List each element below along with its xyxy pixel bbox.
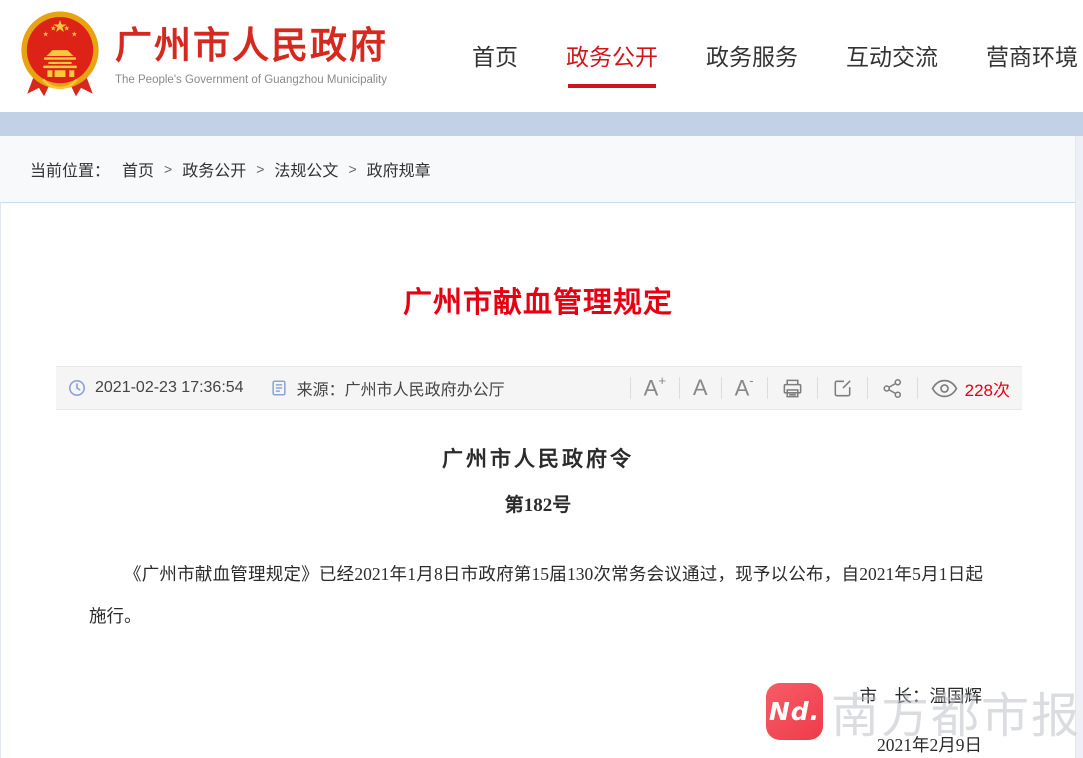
decree-paragraph: 《广州市献血管理规定》已经2021年1月8日市政府第15届130次常务会议通过，… bbox=[89, 553, 983, 637]
national-emblem-icon bbox=[18, 9, 102, 103]
decree-heading: 广州市人民政府令 bbox=[1, 443, 1075, 473]
font-decrease-button[interactable]: A- bbox=[735, 376, 754, 399]
breadcrumb-separator: > bbox=[164, 161, 172, 177]
divider bbox=[630, 377, 631, 399]
divider bbox=[721, 377, 722, 399]
font-normal-button[interactable]: A bbox=[693, 377, 708, 399]
views-group: 228次 bbox=[931, 376, 1010, 401]
source-label: 来源： bbox=[297, 376, 345, 400]
nav-item-gov-services[interactable]: 政务服务 bbox=[706, 38, 798, 74]
nav-item-business-env[interactable]: 营商环境 bbox=[986, 38, 1078, 74]
article-card: 广州市献血管理规定 2021-02-23 17:36:54 来源： 广州市人民政… bbox=[0, 202, 1076, 758]
divider bbox=[767, 377, 768, 399]
breadcrumb-prefix: 当前位置： bbox=[30, 157, 110, 181]
views-count: 228次 bbox=[965, 376, 1010, 401]
source-document-icon bbox=[270, 379, 288, 397]
site-title: 广州市人民政府 bbox=[115, 26, 388, 67]
breadcrumb-separator: > bbox=[348, 161, 356, 177]
nav-item-interaction[interactable]: 互动交流 bbox=[846, 38, 938, 74]
article-meta-bar: 2021-02-23 17:36:54 来源： 广州市人民政府办公厅 A+ A … bbox=[56, 366, 1022, 410]
site-header: 广州市人民政府 The People's Government of Guang… bbox=[0, 0, 1083, 112]
signer-line: 市 长：温国辉 bbox=[1, 683, 982, 708]
nav-item-home[interactable]: 首页 bbox=[472, 38, 518, 74]
divider bbox=[679, 377, 680, 399]
source-value: 广州市人民政府办公厅 bbox=[345, 376, 505, 400]
font-increase-button[interactable]: A+ bbox=[644, 376, 666, 399]
nav-active-underline bbox=[568, 84, 656, 88]
breadcrumb-separator: > bbox=[256, 161, 264, 177]
share-icon[interactable] bbox=[881, 377, 904, 400]
nav-item-label: 营商环境 bbox=[986, 44, 1078, 70]
breadcrumb: 当前位置： 首页 > 政务公开 > 法规公文 > 政府规章 bbox=[0, 136, 1076, 202]
decorative-band bbox=[0, 112, 1083, 136]
signature-block: 市 长：温国辉 2021年2月9日 bbox=[1, 683, 982, 757]
article-meta-left: 2021-02-23 17:36:54 来源： 广州市人民政府办公厅 bbox=[68, 376, 505, 400]
document-body: 广州市人民政府令 第182号 《广州市献血管理规定》已经2021年1月8日市政府… bbox=[1, 443, 1075, 757]
print-icon[interactable] bbox=[781, 377, 804, 400]
nav-item-label: 政务公开 bbox=[566, 44, 658, 70]
sign-date: 2021年2月9日 bbox=[1, 732, 982, 757]
article-title: 广州市献血管理规定 bbox=[1, 279, 1075, 321]
breadcrumb-item-gov-rules[interactable]: 政府规章 bbox=[367, 157, 431, 181]
article-toolbar: A+ A A- bbox=[617, 376, 1010, 401]
breadcrumb-item-home[interactable]: 首页 bbox=[122, 157, 154, 181]
divider bbox=[917, 377, 918, 399]
nav-item-label: 互动交流 bbox=[846, 44, 938, 70]
nav-item-gov-disclosure[interactable]: 政务公开 bbox=[566, 38, 658, 74]
views-eye-icon bbox=[931, 379, 958, 398]
main-nav: 首页 政务公开 政务服务 互动交流 营商环境 bbox=[472, 38, 1078, 74]
nav-item-label: 政务服务 bbox=[706, 44, 798, 70]
nav-item-label: 首页 bbox=[472, 44, 518, 70]
divider bbox=[817, 377, 818, 399]
site-logo[interactable]: 广州市人民政府 The People's Government of Guang… bbox=[18, 9, 388, 103]
publish-time: 2021-02-23 17:36:54 bbox=[95, 379, 244, 397]
decree-number: 第182号 bbox=[1, 490, 1075, 517]
source-group: 来源： 广州市人民政府办公厅 bbox=[270, 376, 505, 400]
clock-icon bbox=[68, 379, 86, 397]
site-subtitle: The People's Government of Guangzhou Mun… bbox=[115, 74, 388, 86]
breadcrumb-item-regulations[interactable]: 法规公文 bbox=[274, 157, 338, 181]
export-icon[interactable] bbox=[831, 377, 854, 400]
breadcrumb-item-gov-disclosure[interactable]: 政务公开 bbox=[182, 157, 246, 181]
divider bbox=[867, 377, 868, 399]
